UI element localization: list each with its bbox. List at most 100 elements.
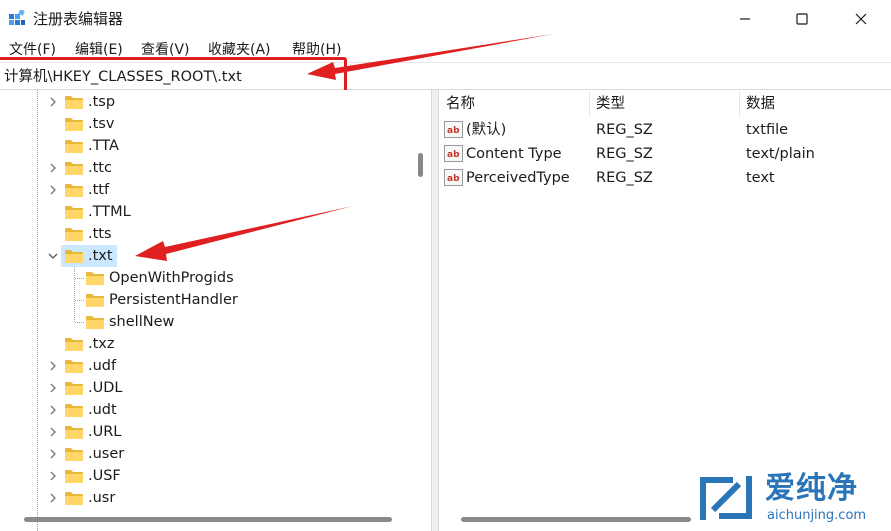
chevron-right-icon[interactable]	[47, 470, 59, 482]
folder-icon	[64, 94, 84, 110]
folder-icon	[85, 292, 105, 308]
menu-favorites[interactable]: 收藏夹(A)	[208, 41, 271, 59]
values-horizontal-scroll-thumb[interactable]	[461, 517, 691, 522]
regedit-icon	[9, 10, 25, 25]
chevron-right-icon[interactable]	[47, 492, 59, 504]
column-separator[interactable]	[589, 92, 590, 116]
address-path[interactable]: 计算机\HKEY_CLASSES_ROOT\.txt	[4, 68, 242, 86]
folder-icon	[64, 424, 84, 440]
chevron-right-icon[interactable]	[47, 184, 59, 196]
svg-text:ab: ab	[447, 150, 460, 160]
tree-item[interactable]: .URL	[0, 421, 400, 443]
tree-item[interactable]: .udf	[0, 355, 400, 377]
tree-item[interactable]: .udt	[0, 399, 400, 421]
ab-string-icon: ab	[444, 169, 463, 186]
tree-item[interactable]: .usr	[0, 487, 400, 509]
tree-item[interactable]: .tsp	[0, 91, 400, 113]
value-data: txtfile	[746, 122, 789, 138]
tree-item-label: .USF	[88, 468, 121, 484]
tree-item[interactable]: .ttc	[0, 157, 400, 179]
folder-icon	[64, 402, 84, 418]
folder-icon	[64, 116, 84, 132]
tree-item-label: .tts	[88, 226, 112, 242]
tree-item[interactable]: .txt	[0, 245, 400, 267]
tree-item-label: .TTML	[88, 204, 131, 220]
tree-item-label: .usr	[88, 490, 116, 506]
value-name: PerceivedType	[466, 170, 570, 186]
watermark-url: aichunjing.com	[767, 508, 867, 523]
tree-item[interactable]: shellNew	[0, 311, 400, 333]
column-header-type[interactable]: 类型	[596, 95, 625, 113]
menu-edit[interactable]: 编辑(E)	[75, 41, 123, 59]
folder-icon	[64, 204, 84, 220]
tree-item[interactable]: .TTA	[0, 135, 400, 157]
chevron-down-icon[interactable]	[47, 250, 59, 262]
folder-icon	[64, 358, 84, 374]
column-header-data[interactable]: 数据	[746, 95, 775, 113]
tree-item-label: .udf	[88, 358, 117, 374]
tree-item[interactable]: .txz	[0, 333, 400, 355]
title-bar: 注册表编辑器	[0, 0, 891, 38]
tree-item[interactable]: PersistentHandler	[0, 289, 400, 311]
value-row[interactable]: ab Content Type REG_SZ text/plain	[439, 142, 891, 166]
svg-text:ab: ab	[447, 174, 460, 184]
menu-help[interactable]: 帮助(H)	[292, 41, 341, 59]
tree-horizontal-scroll-thumb[interactable]	[24, 517, 392, 522]
tree-item-label: .tsp	[88, 94, 116, 110]
value-row[interactable]: ab PerceivedType REG_SZ text	[439, 166, 891, 190]
menu-bar: 文件(F) 编辑(E) 查看(V) 收藏夹(A) 帮助(H)	[0, 38, 891, 62]
tree-item-label: .user	[88, 446, 125, 462]
menu-view[interactable]: 查看(V)	[141, 41, 190, 59]
values-list: 名称 类型 数据 ab (默认) REG_SZ txtfile ab Content Ty…	[439, 90, 891, 531]
value-data: text	[746, 170, 775, 186]
chevron-right-icon[interactable]	[47, 162, 59, 174]
tree-item-label: .URL	[88, 424, 122, 440]
tree-item-label: .UDL	[88, 380, 123, 396]
ab-string-icon: ab	[444, 145, 463, 162]
folder-icon	[64, 226, 84, 242]
tree-item-label: .txt	[88, 248, 113, 264]
ab-string-icon: ab	[444, 121, 463, 138]
folder-icon	[64, 336, 84, 352]
watermark-logo-icon	[700, 476, 752, 520]
tree-item-label: shellNew	[109, 314, 175, 330]
menu-file[interactable]: 文件(F)	[9, 41, 56, 59]
tree-item-label: OpenWithProgids	[109, 270, 234, 286]
tree-item[interactable]: .user	[0, 443, 400, 465]
column-separator[interactable]	[739, 92, 740, 116]
tree-item[interactable]: .USF	[0, 465, 400, 487]
watermark-title: 爱纯净	[765, 471, 858, 506]
minimize-icon	[740, 18, 750, 20]
tree-item-label: .tsv	[88, 116, 115, 132]
folder-icon	[85, 314, 105, 330]
tree-vertical-scroll-thumb[interactable]	[418, 153, 423, 177]
close-button[interactable]	[832, 0, 890, 38]
column-header-name[interactable]: 名称	[446, 95, 475, 113]
chevron-right-icon[interactable]	[47, 360, 59, 372]
folder-icon	[64, 468, 84, 484]
chevron-right-icon[interactable]	[47, 96, 59, 108]
maximize-icon	[796, 13, 808, 25]
folder-icon	[64, 490, 84, 506]
tree-item[interactable]: .tsv	[0, 113, 400, 135]
tree-item[interactable]: .tts	[0, 223, 400, 245]
tree-item[interactable]: OpenWithProgids	[0, 267, 400, 289]
minimize-button[interactable]	[716, 0, 774, 38]
value-row[interactable]: ab (默认) REG_SZ txtfile	[439, 118, 891, 142]
maximize-button[interactable]	[773, 0, 831, 38]
value-name: Content Type	[466, 146, 562, 162]
tree-item[interactable]: .TTML	[0, 201, 400, 223]
tree-item-label: .ttf	[88, 182, 110, 198]
tree-item-label: .TTA	[88, 138, 119, 154]
pane-splitter[interactable]	[431, 90, 439, 531]
folder-icon	[64, 138, 84, 154]
tree-item[interactable]: .ttf	[0, 179, 400, 201]
chevron-right-icon[interactable]	[47, 404, 59, 416]
tree-item[interactable]: .UDL	[0, 377, 400, 399]
address-bar[interactable]: 计算机\HKEY_CLASSES_ROOT\.txt	[0, 62, 891, 90]
chevron-right-icon[interactable]	[47, 426, 59, 438]
tree-item-label: .txz	[88, 336, 115, 352]
folder-icon	[64, 160, 84, 176]
chevron-right-icon[interactable]	[47, 382, 59, 394]
chevron-right-icon[interactable]	[47, 448, 59, 460]
